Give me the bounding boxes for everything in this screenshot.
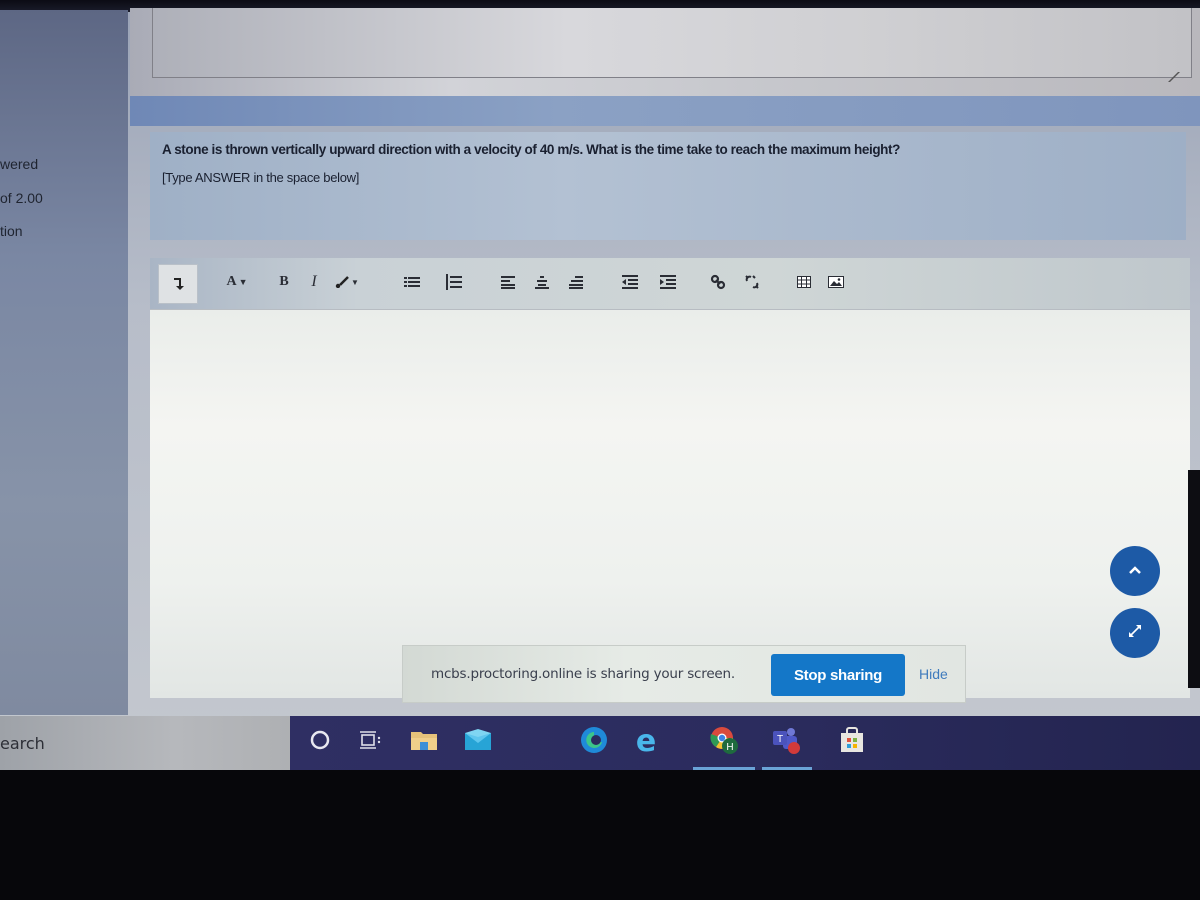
indent-button[interactable] <box>658 270 678 294</box>
taskbar-chrome[interactable]: H <box>708 726 740 758</box>
store-icon <box>840 726 864 758</box>
link-icon <box>710 274 726 290</box>
indent-icon <box>660 275 676 289</box>
answer-editor: A ▼ B I ▼ <box>150 258 1190 698</box>
expand-diagonal-icon <box>1128 624 1142 643</box>
flag-question-link[interactable]: tion <box>0 223 23 239</box>
previous-answer-textarea[interactable] <box>152 8 1192 82</box>
dropdown-caret-icon: ▼ <box>238 277 248 287</box>
align-left-icon <box>501 275 515 289</box>
stop-sharing-button[interactable]: Stop sharing <box>771 654 905 696</box>
teams-icon: T <box>771 725 801 760</box>
italic-icon: I <box>311 273 317 290</box>
screen-share-notification: mcbs.proctoring.online is sharing your s… <box>402 645 966 703</box>
search-label: earch <box>0 734 45 753</box>
table-icon <box>797 276 811 288</box>
question-info-panel: wered of 2.00 tion <box>0 10 128 715</box>
task-view-icon <box>359 730 381 755</box>
question-panel: A stone is thrown vertically upward dire… <box>150 132 1186 240</box>
question-separator <box>130 96 1200 126</box>
folder-icon <box>411 730 437 755</box>
font-color-icon: A <box>226 274 237 289</box>
resize-handle-icon[interactable] <box>1160 72 1180 82</box>
brush-icon <box>335 276 349 288</box>
align-right-button[interactable] <box>566 270 586 294</box>
taskbar-search-box[interactable]: earch <box>0 716 290 770</box>
internet-explorer-icon: e <box>635 724 657 759</box>
ordered-list-button[interactable] <box>444 270 464 294</box>
previous-answer-box <box>130 8 1200 96</box>
question-status: wered <box>0 156 39 172</box>
taskbar-edge[interactable] <box>578 726 610 758</box>
paint-style-button[interactable]: ▼ <box>332 270 362 294</box>
edge-icon <box>580 726 608 759</box>
taskbar-cortana[interactable] <box>304 726 336 758</box>
hide-button[interactable]: Hide <box>919 666 948 682</box>
chrome-profile-badge: H <box>726 742 733 753</box>
align-left-button[interactable] <box>498 270 518 294</box>
taskbar-task-view[interactable] <box>354 726 386 758</box>
taskbar-store[interactable] <box>836 726 868 758</box>
outdent-button[interactable] <box>620 270 640 294</box>
monitor-bottom-bezel <box>0 770 1200 900</box>
cortana-circle-icon <box>309 729 331 756</box>
bullet-list-icon <box>404 275 420 289</box>
font-color-button[interactable]: A ▼ <box>222 270 252 294</box>
taskbar-file-explorer[interactable] <box>408 726 440 758</box>
chevron-up-icon <box>1128 562 1142 580</box>
taskbar: e H T <box>290 716 1200 770</box>
question-marks: of 2.00 <box>0 190 43 206</box>
scroll-to-top-button[interactable] <box>1110 546 1160 596</box>
unlink-icon <box>744 274 760 290</box>
unordered-list-button[interactable] <box>402 270 422 294</box>
fullscreen-button[interactable] <box>1110 608 1160 658</box>
link-button[interactable] <box>708 270 728 294</box>
window-edge <box>1188 470 1200 688</box>
toolbar-toggle-button[interactable] <box>158 264 198 304</box>
outdent-icon <box>622 275 638 289</box>
mail-icon <box>464 728 492 756</box>
align-center-icon <box>535 275 549 289</box>
unlink-button[interactable] <box>742 270 762 294</box>
image-button[interactable] <box>826 270 846 294</box>
dropdown-caret-icon: ▼ <box>351 277 359 287</box>
taskbar-internet-explorer[interactable]: e <box>630 726 662 758</box>
expand-toolbar-icon <box>172 277 184 291</box>
question-hint: [Type ANSWER in the space below] <box>162 170 360 185</box>
italic-button[interactable]: I <box>304 270 324 294</box>
share-message: mcbs.proctoring.online is sharing your s… <box>431 666 735 682</box>
bold-button[interactable]: B <box>274 270 294 294</box>
answer-input[interactable] <box>150 310 1190 698</box>
taskbar-mail[interactable] <box>462 726 494 758</box>
svg-text:T: T <box>777 734 783 745</box>
align-center-button[interactable] <box>532 270 552 294</box>
taskbar-teams[interactable]: T <box>770 726 802 758</box>
question-text: A stone is thrown vertically upward dire… <box>162 142 900 157</box>
bold-icon: B <box>279 274 289 289</box>
align-right-icon <box>569 275 583 289</box>
image-icon <box>828 276 844 288</box>
numbered-list-icon <box>446 274 462 290</box>
chrome-icon: H <box>709 725 739 760</box>
screen: wered of 2.00 tion A stone is thrown ver… <box>0 0 1200 770</box>
editor-toolbar: A ▼ B I ▼ <box>150 258 1190 310</box>
table-button[interactable] <box>794 270 814 294</box>
